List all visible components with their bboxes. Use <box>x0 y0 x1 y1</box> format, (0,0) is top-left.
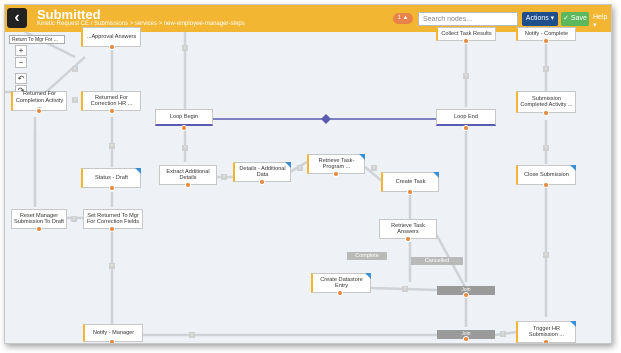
node-output-dot[interactable] <box>109 226 115 232</box>
help-menu[interactable]: Help ▾ <box>593 14 611 29</box>
node-label: Retrieve Task-Program ... <box>318 157 355 171</box>
connector-marker[interactable]: T <box>297 165 303 171</box>
node-output-dot[interactable] <box>259 179 265 185</box>
connector-marker[interactable]: T <box>109 143 115 149</box>
connector-marker[interactable]: T <box>182 145 188 151</box>
node-output-dot[interactable] <box>407 189 413 195</box>
node-label: Loop Begin <box>169 113 199 120</box>
node-label: Set Returned To Mgr For Correction Field… <box>86 212 140 226</box>
connector-marker[interactable]: T <box>182 45 188 51</box>
back-button[interactable]: ‹ <box>7 8 27 28</box>
connector-marker[interactable]: T <box>500 331 506 337</box>
node-label: Collect Task Results <box>441 30 492 37</box>
node-output-dot[interactable] <box>463 336 469 342</box>
workflow-editor-window: ‹ Submitted Kinetic Request CE / Submiss… <box>4 4 612 344</box>
node-output-dot[interactable] <box>109 339 115 343</box>
zoom-in-button[interactable]: + <box>15 45 27 56</box>
node-output-dot[interactable] <box>36 226 42 232</box>
node-output-dot[interactable] <box>109 185 115 191</box>
node-output-dot[interactable] <box>543 182 549 188</box>
connector-marker[interactable]: T <box>71 216 77 222</box>
node-label: Retrieve Task Answers <box>391 222 425 236</box>
connector-marker[interactable]: T <box>109 263 115 269</box>
node-corner-marker <box>359 154 365 160</box>
search-nodes-input[interactable] <box>418 12 518 26</box>
node-label: Extract Additional Details <box>166 168 210 182</box>
loop-connector-diamond <box>321 114 331 124</box>
node-corner-marker <box>570 321 576 327</box>
node-output-dot[interactable] <box>109 44 115 50</box>
node-output-dot[interactable] <box>185 182 191 188</box>
node-loop-end[interactable]: Loop End <box>436 109 496 126</box>
connector-marker[interactable]: T <box>189 332 195 338</box>
page-title: Submitted <box>37 7 101 22</box>
node-corner-marker <box>570 165 576 171</box>
node-output-dot[interactable] <box>543 110 549 116</box>
connector-label-cancelled[interactable]: Cancelled <box>411 257 463 265</box>
connector-label-complete[interactable]: Complete <box>347 252 387 260</box>
connector-marker[interactable]: T <box>221 174 227 180</box>
node-label: Loop End <box>454 113 478 120</box>
connector-marker[interactable]: T <box>463 73 469 79</box>
node-label: Close Submission <box>524 171 569 178</box>
notification-badge[interactable]: 1 ▲ <box>393 13 413 24</box>
node-output-dot[interactable] <box>337 290 343 296</box>
node-label: Create Task <box>395 178 426 185</box>
node-label: ...Approval Answers <box>86 33 137 40</box>
return-to-manager-tab[interactable]: Return To Mgr For ... <box>9 35 65 44</box>
node-label: Notify - Complete <box>524 30 569 37</box>
connector-marker[interactable]: T <box>72 97 78 103</box>
node-label: Status - Draft <box>95 174 128 181</box>
node-label: Reset Manager Submission To Draft <box>14 212 64 226</box>
node-label: Notify - Manager <box>92 329 135 336</box>
node-output-dot[interactable] <box>36 108 42 114</box>
node-label: Details - Additional Data <box>239 165 286 179</box>
node-loop-begin[interactable]: Loop Begin <box>155 109 213 126</box>
node-corner-marker <box>433 172 439 178</box>
node-output-dot[interactable] <box>333 171 339 177</box>
undo-button[interactable]: ↶ <box>15 73 27 84</box>
connector-marker[interactable]: T <box>543 252 549 258</box>
connector-marker[interactable]: T <box>543 145 549 151</box>
connector-marker[interactable]: T <box>371 165 377 171</box>
workflow-canvas[interactable] <box>5 32 612 344</box>
connector-marker[interactable]: T <box>72 66 78 72</box>
node-label: Trigger HR Submission ... <box>528 325 565 339</box>
node-label: Create Datastore Entry <box>320 276 363 290</box>
node-corner-marker <box>285 162 291 168</box>
node-output-dot[interactable] <box>463 125 469 131</box>
node-output-dot[interactable] <box>463 38 469 44</box>
node-corner-marker <box>135 168 141 174</box>
node-output-dot[interactable] <box>543 339 549 343</box>
connector-marker[interactable]: T <box>543 66 549 72</box>
save-button[interactable]: ✓ Save <box>561 12 589 26</box>
connector-marker[interactable]: T <box>402 286 408 292</box>
node-output-dot[interactable] <box>109 108 115 114</box>
node-output-dot[interactable] <box>181 125 187 131</box>
node-output-dot[interactable] <box>543 38 549 44</box>
node-label: Returned For Correction HR ... <box>90 94 133 108</box>
node-output-dot[interactable] <box>405 236 411 242</box>
node-corner-marker <box>365 273 371 279</box>
node-output-dot[interactable] <box>463 292 469 298</box>
chevron-left-icon: ‹ <box>14 9 20 26</box>
zoom-out-button[interactable]: − <box>15 57 27 68</box>
actions-dropdown-button[interactable]: Actions ▾ <box>522 12 558 26</box>
node-label: Submission Completed Activity ... <box>520 95 573 109</box>
